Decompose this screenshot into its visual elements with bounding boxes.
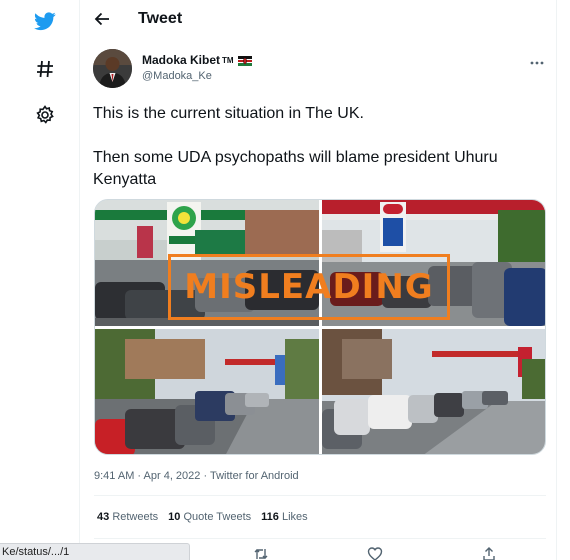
- trademark-mark: TM: [222, 55, 234, 65]
- left-nav: [0, 0, 80, 560]
- misleading-overlay-label: MISLEADING: [168, 254, 450, 320]
- page-header: Tweet: [81, 0, 556, 40]
- right-column-edge: [556, 0, 570, 560]
- back-arrow-icon[interactable]: [91, 8, 113, 30]
- hashtag-icon[interactable]: [30, 54, 60, 84]
- gear-icon[interactable]: [30, 100, 60, 130]
- share-icon[interactable]: [481, 546, 497, 560]
- retweets-count: 43: [97, 511, 110, 523]
- tweet-stats: 43 Retweets 10 Quote Tweets 116 Likes: [97, 511, 308, 523]
- retweets-stat[interactable]: 43 Retweets: [97, 511, 158, 523]
- quotes-count: 10: [168, 511, 181, 523]
- kenya-flag-icon: [237, 55, 252, 66]
- retweets-label: Retweets: [112, 511, 159, 523]
- divider: [94, 538, 546, 539]
- page-title: Tweet: [138, 10, 183, 27]
- divider: [94, 495, 546, 496]
- quotes-label: Quote Tweets: [183, 511, 252, 523]
- tweet-line-2: Then some UDA psychopaths will blame pre…: [93, 149, 498, 188]
- tweet-line-1: This is the current situation in The UK.: [93, 105, 364, 122]
- quotes-stat[interactable]: 10 Quote Tweets: [168, 511, 251, 523]
- photo-queue-road-2[interactable]: [322, 329, 545, 454]
- author-name[interactable]: Madoka Kibet TM: [142, 53, 252, 67]
- twitter-bird-icon[interactable]: [30, 6, 60, 36]
- author-handle[interactable]: @Madoka_Ke: [142, 70, 212, 82]
- like-icon[interactable]: [367, 546, 383, 560]
- likes-stat[interactable]: 116 Likes: [261, 511, 308, 523]
- tweet-timestamp[interactable]: 9:41 AM · Apr 4, 2022 · Twitter for Andr…: [94, 470, 299, 482]
- main-column: Tweet Madoka Kibet TM @Madoka_Ke This is…: [81, 0, 556, 560]
- avatar[interactable]: [93, 49, 132, 88]
- tweet-text: This is the current situation in The UK.…: [93, 103, 533, 191]
- more-icon[interactable]: [530, 52, 548, 66]
- retweet-icon[interactable]: [253, 546, 269, 560]
- browser-status-url: Ke/status/.../1: [0, 543, 190, 560]
- media-grid: MISLEADING: [94, 199, 546, 455]
- photo-queue-road-1[interactable]: [95, 329, 319, 454]
- likes-label: Likes: [281, 511, 308, 523]
- likes-count: 116: [261, 511, 279, 523]
- author-display-name[interactable]: Madoka Kibet: [142, 53, 220, 67]
